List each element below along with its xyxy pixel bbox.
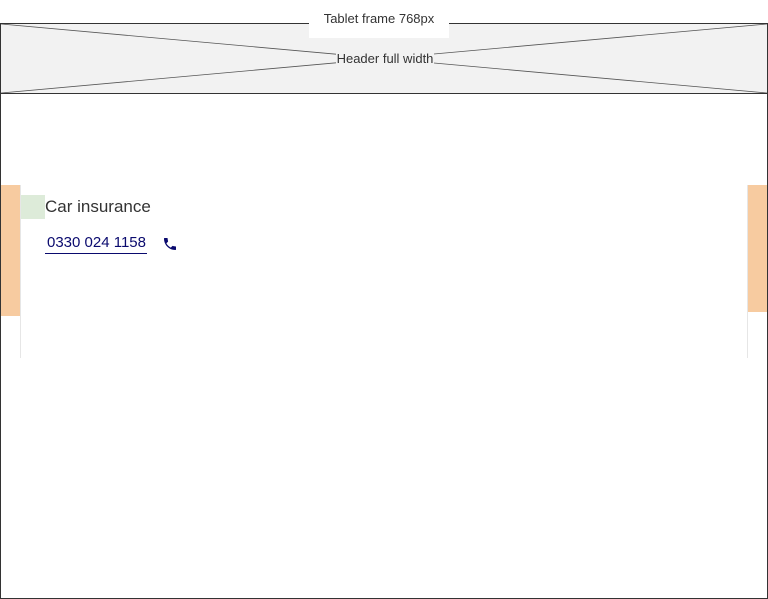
indent-marker: [21, 195, 45, 219]
frame-label: Tablet frame 768px: [309, 0, 449, 38]
phone-icon[interactable]: [162, 236, 178, 252]
right-margin-guide: [748, 185, 767, 312]
phone-number-link[interactable]: 0330 024 1158: [45, 232, 147, 254]
header-label: Header full width: [336, 51, 434, 67]
product-title: Car insurance: [45, 197, 151, 216]
wireframe-canvas: Header full width Tablet frame 768px Car…: [0, 0, 768, 599]
tablet-frame: [0, 23, 768, 599]
left-margin-guide: [1, 185, 20, 316]
right-guide-line: [747, 185, 748, 358]
